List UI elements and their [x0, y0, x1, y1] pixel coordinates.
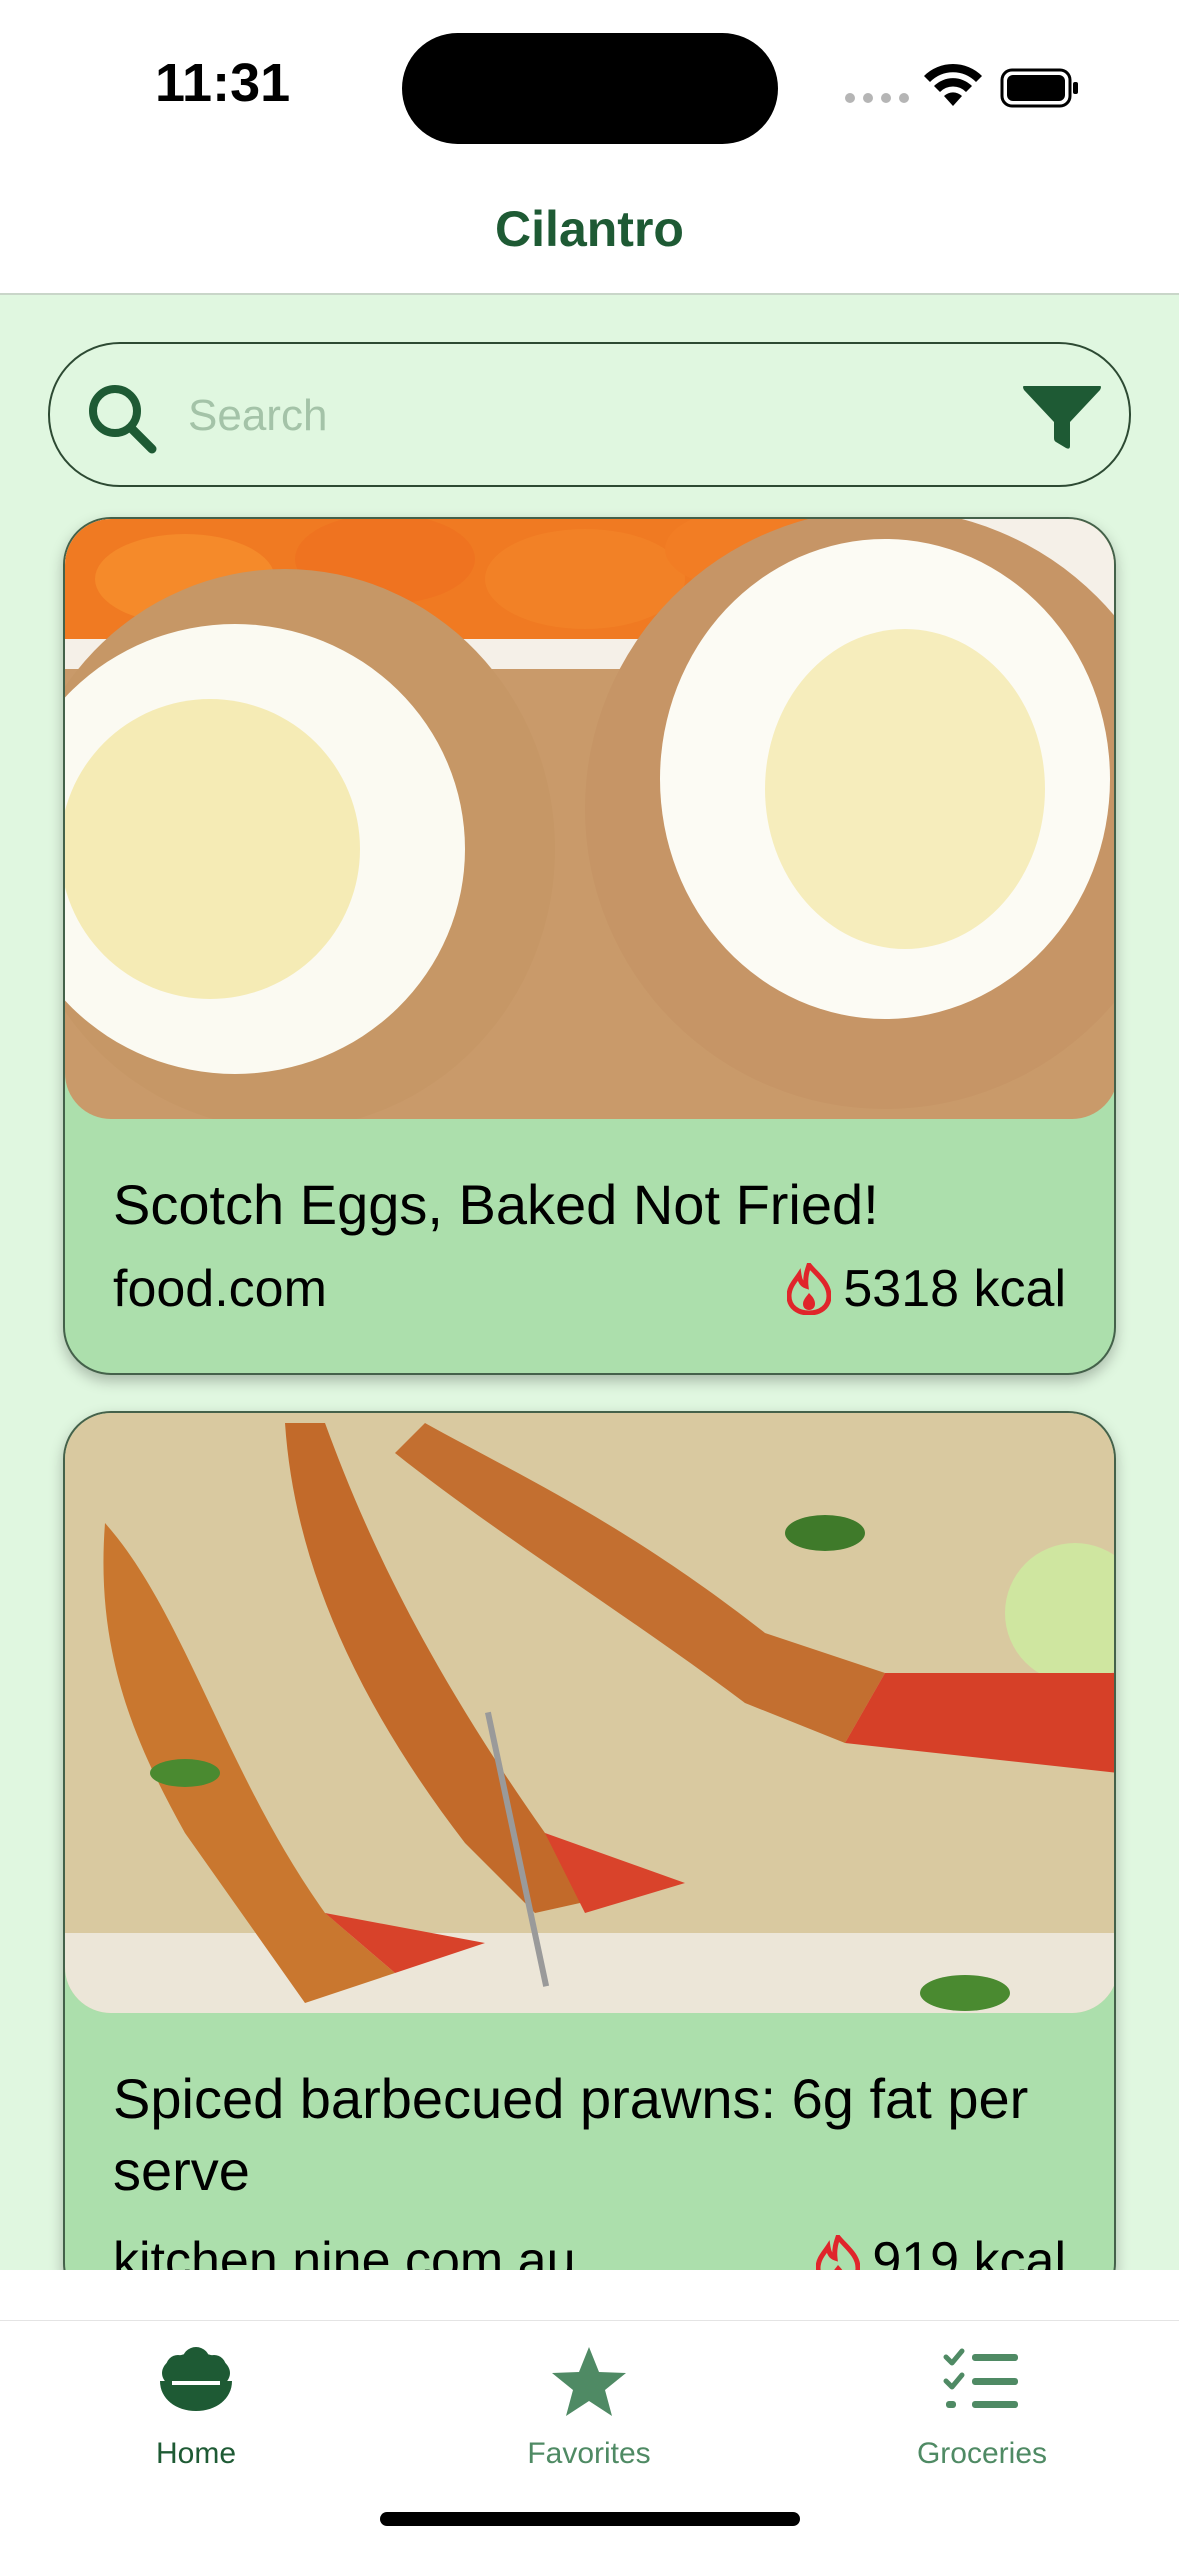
search-bar[interactable]: [48, 342, 1131, 487]
recipe-title: Scotch Eggs, Baked Not Fried!: [113, 1173, 879, 1236]
flame-icon: [816, 2235, 861, 2270]
calories-value: 919 kcal: [872, 2232, 1066, 2270]
status-bar: 11:31: [0, 0, 1179, 170]
tab-label: Favorites: [527, 2437, 651, 2470]
battery-icon: [1000, 68, 1078, 108]
status-time: 11:31: [155, 53, 291, 113]
recipe-card[interactable]: Scotch Eggs, Baked Not Fried! food.com 5…: [63, 517, 1116, 1375]
checklist-icon: [943, 2348, 1018, 2408]
recipe-source: food.com: [113, 1260, 327, 1318]
tab-favorites[interactable]: Favorites: [439, 2321, 739, 2501]
recipe-calories: 5318 kcal: [787, 1259, 1066, 1319]
recipe-source: kitchen.nine.com.au: [113, 2232, 576, 2270]
recipe-image: [65, 1413, 1114, 2013]
wifi-icon: [924, 63, 982, 106]
bowl-icon: [160, 2347, 232, 2411]
filter-icon[interactable]: [1022, 382, 1102, 452]
tab-label: Home: [155, 2437, 237, 2470]
page-title: Cilantro: [495, 201, 684, 257]
tab-home[interactable]: Home: [46, 2321, 346, 2501]
search-icon: [89, 385, 157, 454]
dynamic-island: [402, 33, 778, 144]
recipe-calories: 919 kcal: [816, 2231, 1066, 2270]
calories-value: 5318 kcal: [843, 1260, 1066, 1318]
recipe-card[interactable]: Spiced barbecued prawns: 6g fat per serv…: [63, 1411, 1116, 2270]
navigation-bar: Cilantro: [0, 170, 1179, 295]
tab-label: Groceries: [916, 2437, 1048, 2470]
tab-groceries[interactable]: Groceries: [832, 2321, 1132, 2501]
star-icon: [552, 2347, 626, 2416]
recipe-feed[interactable]: Scotch Eggs, Baked Not Fried! food.com 5…: [0, 295, 1179, 2270]
flame-icon: [787, 1263, 832, 1315]
search-input[interactable]: [188, 380, 1008, 452]
home-indicator: [380, 2512, 800, 2526]
recipe-title: Spiced barbecued prawns: 6g fat per serv…: [113, 2067, 1029, 2202]
recipe-image: [65, 519, 1114, 1119]
cellular-signal-icon: [845, 93, 909, 103]
